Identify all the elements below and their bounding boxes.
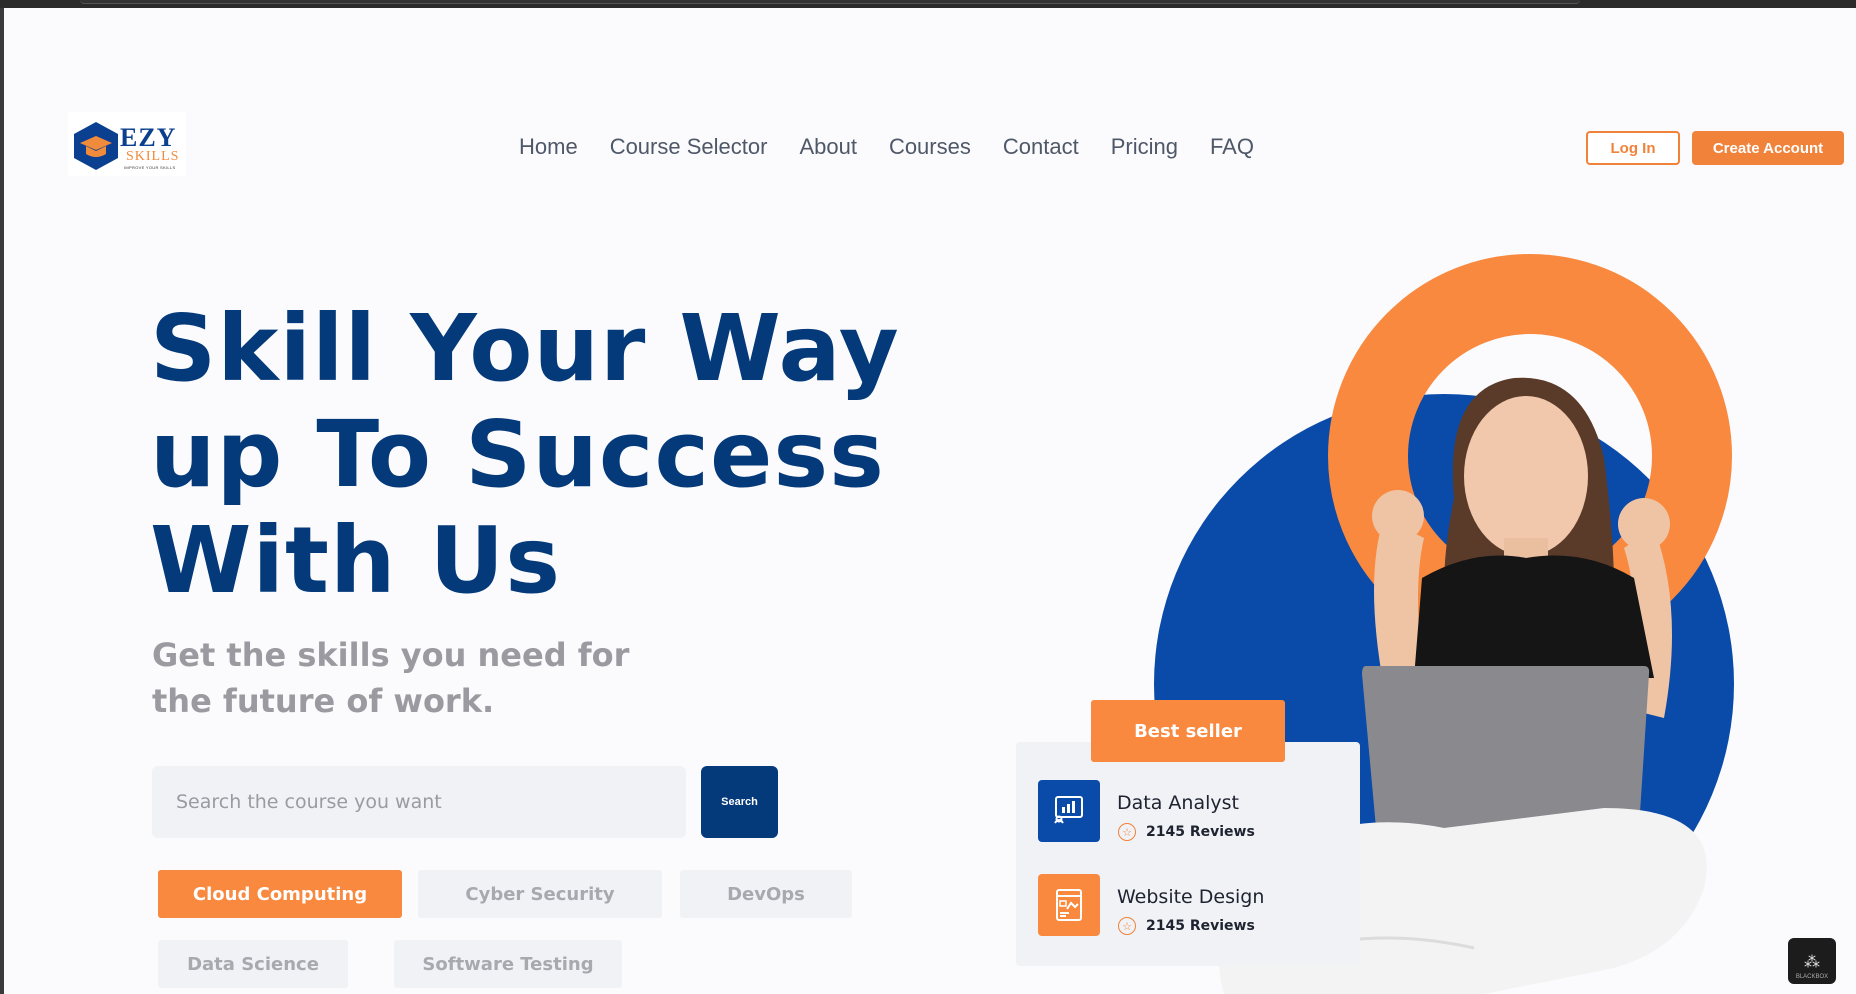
landing-page: EZY SKILLS IMPROVE YOUR SKILLS Home Cour…	[4, 8, 1856, 994]
blackbox-logo-icon: ⁂	[1804, 954, 1820, 971]
course-search-input[interactable]	[152, 766, 686, 838]
hero-title-line: Skill Your Way	[150, 295, 900, 402]
blackbox-widget-button[interactable]: ⁂ BLACKBOX	[1788, 938, 1836, 984]
blackbox-label: BLACKBOX	[1795, 974, 1829, 980]
main-nav: Home Course Selector About Courses Conta…	[519, 134, 1286, 160]
woman-left-fist-shape	[1372, 490, 1424, 542]
nav-pricing[interactable]: Pricing	[1111, 134, 1178, 160]
hero-subtitle-line: the future of work.	[152, 682, 495, 720]
search-button[interactable]: Search	[701, 766, 778, 838]
category-chip-software-testing[interactable]: Software Testing	[394, 940, 622, 988]
best-seller-badge: Best seller	[1091, 700, 1285, 762]
web-design-icon	[1056, 889, 1082, 921]
nav-home[interactable]: Home	[519, 134, 578, 160]
course-item-data-analyst[interactable]	[1038, 780, 1100, 842]
course-reviews: 2145 Reviews	[1146, 824, 1255, 840]
browser-address-bar[interactable]	[80, 0, 1580, 4]
hero-subtitle-line: Get the skills you need for	[152, 636, 630, 674]
nav-faq[interactable]: FAQ	[1210, 134, 1254, 160]
create-account-button[interactable]: Create Account	[1692, 131, 1844, 165]
login-button[interactable]: Log In	[1586, 131, 1680, 165]
hero-title: Skill Your Way up To Success With Us	[150, 296, 950, 614]
browser-chrome	[0, 0, 1856, 8]
woman-face-shape	[1464, 396, 1588, 556]
star-icon: ☆	[1118, 917, 1136, 935]
category-chip-cloud-computing[interactable]: Cloud Computing	[158, 870, 402, 918]
nav-contact[interactable]: Contact	[1003, 134, 1079, 160]
nav-course-selector[interactable]: Course Selector	[610, 134, 768, 160]
category-chip-data-science[interactable]: Data Science	[158, 940, 348, 988]
hero-subtitle: Get the skills you need for the future o…	[152, 632, 672, 724]
nav-about[interactable]: About	[799, 134, 857, 160]
logo-tagline: IMPROVE YOUR SKILLS	[124, 165, 176, 170]
chart-presentation-icon	[1054, 796, 1083, 824]
course-item-website-design[interactable]	[1038, 874, 1100, 936]
logo-subword: SKILLS	[126, 149, 180, 164]
course-reviews: 2145 Reviews	[1146, 918, 1255, 934]
nav-courses[interactable]: Courses	[889, 134, 971, 160]
hero-title-line: With Us	[150, 507, 561, 614]
ezy-skills-logo[interactable]: EZY SKILLS IMPROVE YOUR SKILLS	[68, 112, 186, 176]
course-title[interactable]: Website Design	[1117, 886, 1264, 908]
hero-title-line: up To Success	[150, 401, 885, 508]
star-icon: ☆	[1118, 823, 1136, 841]
woman-shirt-shape	[1414, 555, 1654, 678]
woman-right-fist-shape	[1618, 498, 1670, 550]
laptop-shape	[1362, 666, 1650, 828]
category-chip-cyber-security[interactable]: Cyber Security	[418, 870, 662, 918]
graduation-hexagon-icon	[74, 122, 118, 170]
course-title[interactable]: Data Analyst	[1117, 792, 1239, 814]
category-chip-devops[interactable]: DevOps	[680, 870, 852, 918]
